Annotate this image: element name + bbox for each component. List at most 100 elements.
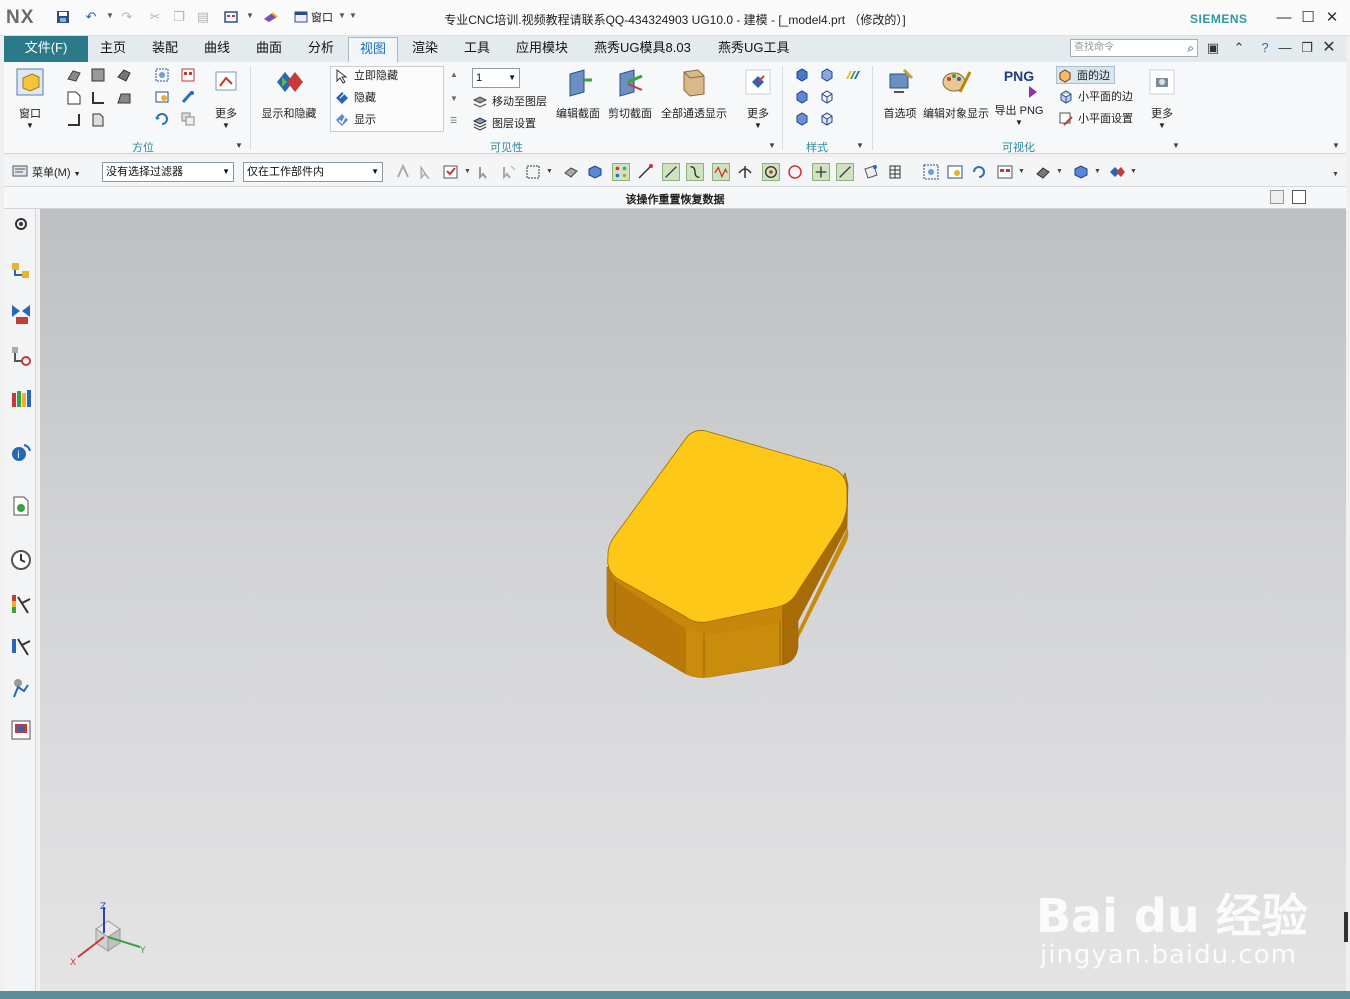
visualize-more-button[interactable]: 更多 ▼	[1146, 66, 1178, 130]
layer-settings-item[interactable]: 图层设置	[472, 115, 536, 133]
assembly-navigator-icon[interactable]	[10, 303, 32, 325]
web-browser-icon[interactable]: i	[10, 441, 32, 463]
group-orientation-expand-icon[interactable]: ▼	[235, 141, 243, 150]
window-menu-dropdown-icon[interactable]: ▼	[338, 11, 346, 20]
render-style-dropdown-icon[interactable]: ▼	[1056, 168, 1063, 175]
copy-icon[interactable]: ❐	[170, 8, 188, 26]
close-button[interactable]: ✕	[1322, 8, 1342, 28]
history-palette-icon[interactable]	[10, 495, 32, 517]
snap-arc-center-icon[interactable]	[736, 163, 754, 181]
select-body-icon[interactable]	[586, 163, 604, 181]
window-menu[interactable]: 窗口	[311, 9, 333, 25]
style-shaded-edges-icon[interactable]	[794, 67, 810, 83]
snap-point-on-curve-icon[interactable]	[786, 163, 804, 181]
tab-yanxiu-tools[interactable]: 燕秀UG工具	[714, 36, 794, 62]
style-shaded-icon[interactable]	[819, 67, 835, 83]
minimize-button[interactable]: —	[1274, 8, 1294, 28]
window-button[interactable]: 窗口 ▼	[10, 66, 50, 130]
snap-endpoint-icon[interactable]	[636, 163, 654, 181]
status-pin-icon[interactable]	[1270, 190, 1284, 204]
collapse-ribbon-icon[interactable]: ⌃	[1230, 39, 1248, 57]
restore-view-icon[interactable]	[180, 111, 196, 127]
style-artistic-icon[interactable]	[844, 67, 860, 83]
rectangle-select-dropdown-icon[interactable]: ▼	[546, 168, 553, 175]
list-expand-icon[interactable]: ☰	[450, 116, 457, 125]
display-style-dropdown-icon[interactable]: ▼	[1094, 168, 1101, 175]
window-menu-icon[interactable]	[292, 8, 310, 26]
ribbon-options-icon[interactable]: ▼	[1332, 141, 1340, 150]
show-and-hide-button[interactable]: 显示和隐藏	[258, 66, 320, 121]
history-icon[interactable]	[10, 549, 32, 571]
display-style-icon[interactable]	[1072, 163, 1090, 181]
snap-pole-icon[interactable]	[886, 163, 904, 181]
window-toggle-icon[interactable]: ▣	[1204, 39, 1222, 57]
view-left-icon[interactable]	[66, 67, 82, 83]
view-top-icon[interactable]	[66, 90, 82, 106]
touch-mode-icon[interactable]	[222, 8, 240, 26]
pan-icon[interactable]	[180, 89, 196, 105]
tab-yanxiu-mold[interactable]: 燕秀UG模具8.03	[590, 36, 695, 62]
view-trimetric-icon[interactable]	[90, 112, 106, 128]
doc-minimize-button[interactable]: —	[1276, 39, 1294, 57]
tab-tools[interactable]: 工具	[460, 36, 494, 62]
fit-view-icon[interactable]	[922, 163, 940, 181]
doc-close-button[interactable]: ✕	[1320, 39, 1338, 57]
tab-view[interactable]: 视图	[348, 37, 398, 62]
command-search-input[interactable]: 查找命令 ⌕	[1070, 39, 1198, 57]
menu-button[interactable]: 菜单(M) ▼	[12, 164, 81, 180]
redo-icon[interactable]: ↷	[118, 8, 136, 26]
list-scroll-up-icon[interactable]: ▲	[450, 70, 458, 79]
style-studio-icon[interactable]	[794, 111, 810, 127]
repeat-command-icon[interactable]	[262, 8, 280, 26]
training-icon[interactable]	[10, 719, 32, 741]
select-all-icon[interactable]	[442, 163, 460, 181]
tab-curve[interactable]: 曲线	[200, 36, 234, 62]
style-wireframe-icon[interactable]	[819, 89, 835, 105]
tab-assembly[interactable]: 装配	[148, 36, 182, 62]
reuse-library-icon[interactable]	[10, 387, 32, 409]
full-screen-icon[interactable]	[1292, 190, 1306, 204]
snap-point-on-face-icon[interactable]	[836, 163, 854, 181]
resource-settings-icon[interactable]	[10, 213, 32, 235]
snap-enable-icon[interactable]	[612, 163, 630, 181]
show-hide-toolbar-icon[interactable]	[1108, 163, 1126, 181]
small-face-edges-toggle[interactable]: 小平面的边	[1058, 88, 1133, 106]
system-materials-icon[interactable]	[10, 593, 32, 615]
select-feature-icon[interactable]	[562, 163, 580, 181]
tab-home[interactable]: 主页	[96, 36, 130, 62]
constraint-navigator-icon[interactable]	[10, 345, 32, 367]
immediate-hide-item[interactable]: 立即隐藏	[334, 67, 398, 85]
list-scroll-down-icon[interactable]: ▼	[450, 94, 458, 103]
rectangle-select-icon[interactable]	[524, 163, 542, 181]
save-icon[interactable]	[54, 8, 72, 26]
orient-view-icon[interactable]	[996, 163, 1014, 181]
tab-surface[interactable]: 曲面	[252, 36, 286, 62]
snap-midpoint-icon[interactable]	[662, 163, 680, 181]
rotate-view-icon[interactable]	[970, 163, 988, 181]
undo-dropdown-icon[interactable]: ▼	[106, 11, 114, 20]
scroll-handle[interactable]	[1344, 912, 1348, 942]
graphics-window[interactable]: Z X Y	[40, 209, 1346, 991]
doc-restore-button[interactable]: ❐	[1298, 39, 1316, 57]
section-more-button[interactable]: 更多 ▼	[742, 66, 774, 130]
zoom-window-icon[interactable]	[154, 89, 170, 105]
work-layer-select[interactable]: 1 ▼	[472, 68, 520, 88]
all-through-button[interactable]: 全部通透显示	[660, 66, 728, 121]
toolbar-options-icon[interactable]: ▼	[1332, 171, 1339, 178]
rotate-icon[interactable]	[154, 111, 170, 127]
undo-icon[interactable]: ↶	[82, 8, 100, 26]
snap-existing-point-icon[interactable]	[812, 163, 830, 181]
snap-bounded-grid-icon[interactable]	[862, 163, 880, 181]
render-style-icon[interactable]	[1034, 163, 1052, 181]
tab-file[interactable]: 文件(F)	[4, 36, 88, 62]
fit-icon[interactable]	[154, 67, 170, 83]
view-right-icon[interactable]	[90, 90, 106, 106]
tab-analysis[interactable]: 分析	[304, 36, 338, 62]
cut-icon[interactable]: ✂	[146, 8, 164, 26]
face-edges-toggle[interactable]: 面的边	[1056, 66, 1115, 84]
group-visualization-expand-icon[interactable]: ▼	[1172, 141, 1180, 150]
maximize-button[interactable]: ☐	[1298, 8, 1318, 28]
edit-section-button[interactable]: 编辑截面	[554, 66, 602, 121]
clip-section-button[interactable]: 剪切截面	[606, 66, 654, 121]
tab-render[interactable]: 渲染	[408, 36, 442, 62]
